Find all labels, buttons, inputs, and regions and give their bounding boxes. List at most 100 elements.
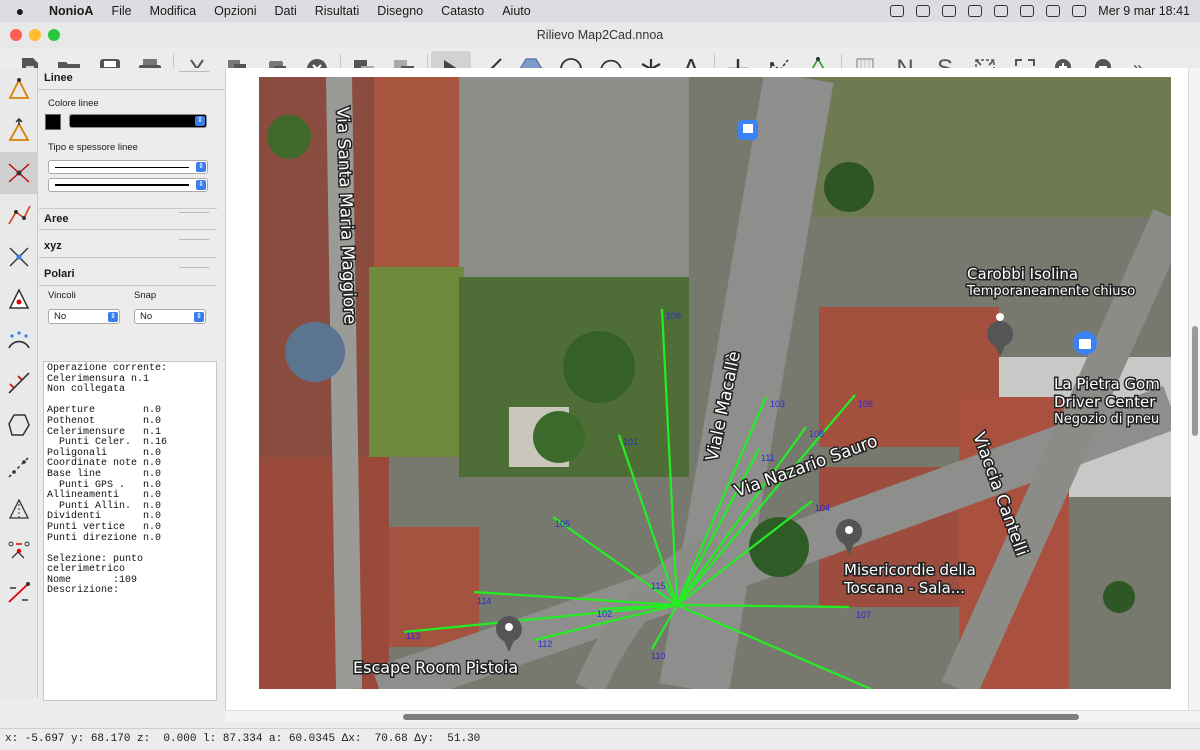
point-label-108[interactable]: 108: [809, 429, 824, 439]
line-color-row: ⇕: [39, 112, 217, 134]
tool-divide-triangle[interactable]: [0, 488, 38, 530]
tool-radial-survey[interactable]: [0, 152, 38, 194]
apple-menu-icon[interactable]: ●: [0, 3, 40, 19]
menu-opzioni[interactable]: Opzioni: [205, 4, 265, 18]
point-label-113[interactable]: 113: [406, 631, 420, 641]
line-color-select[interactable]: ⇕: [69, 114, 207, 128]
constraints-label: Vincoli: [48, 290, 76, 301]
wifi-icon[interactable]: [1020, 5, 1035, 17]
chevron-updown-icon: ⇕: [196, 162, 206, 172]
tool-arrow-triangle[interactable]: [0, 110, 38, 152]
shopping-bag-icon[interactable]: [1073, 331, 1097, 355]
line-color-label: Colore linee: [48, 98, 99, 109]
volume-icon[interactable]: [968, 5, 983, 17]
constraints-value: No: [54, 311, 67, 322]
point-label-115[interactable]: 115: [651, 581, 665, 591]
menu-catasto[interactable]: Catasto: [432, 4, 493, 18]
search-icon[interactable]: [1046, 5, 1061, 17]
tool-triangle-points[interactable]: [0, 68, 38, 110]
tool-offset-line[interactable]: [0, 572, 38, 614]
point-label-111[interactable]: 111: [761, 453, 775, 463]
point-label-101[interactable]: 101: [623, 437, 638, 447]
radial-survey-icon: [8, 163, 30, 183]
point-label-110[interactable]: 110: [651, 651, 665, 661]
point-label-114[interactable]: 114: [477, 596, 491, 606]
cross-points-icon: [9, 247, 29, 267]
window-title: Rilievo Map2Cad.nnoa: [536, 28, 664, 42]
menu-risultati[interactable]: Risultati: [306, 4, 368, 18]
vertical-scroll-thumb[interactable]: [1192, 326, 1198, 436]
control-center-icon[interactable]: [1072, 5, 1087, 17]
horizontal-scrollbar[interactable]: [225, 710, 1200, 722]
menu-dati[interactable]: Dati: [266, 4, 306, 18]
properties-panel: Linee Colore linee ⇕ Tipo e spessore lin…: [39, 68, 217, 702]
point-label-105[interactable]: 105: [555, 519, 570, 529]
line-color-swatch[interactable]: [45, 114, 61, 130]
tool-triangle-mark[interactable]: [0, 278, 38, 320]
place-escape-room-name[interactable]: Escape Room Pistoia: [352, 657, 520, 679]
section-header-areas[interactable]: Aree: [39, 208, 217, 230]
place-carobbi-name[interactable]: Carobbi Isolina: [966, 264, 1080, 285]
point-label-107[interactable]: 107: [856, 610, 871, 620]
line-thickness-select[interactable]: ⇕: [48, 178, 208, 192]
operation-info-box: Operazione corrente: Celerimensura n.1 N…: [43, 361, 217, 701]
section-header-lines[interactable]: Linee: [39, 68, 217, 90]
tool-arc-points[interactable]: [0, 320, 38, 362]
chevron-updown-icon: ⇕: [196, 180, 206, 190]
menu-clock[interactable]: Mer 9 mar 18:41: [1098, 4, 1190, 18]
battery-icon[interactable]: [994, 5, 1009, 17]
creative-cloud-icon[interactable]: [916, 5, 931, 17]
triangle-mark-icon: [8, 288, 30, 309]
rotate-points-icon: [8, 541, 30, 559]
point-label-104[interactable]: 104: [815, 503, 830, 513]
polygon-area-icon: [8, 414, 30, 436]
place-pietra-name[interactable]: La Pietra Gom: [1053, 374, 1162, 395]
snap-select[interactable]: No ⇕: [134, 309, 206, 324]
section-header-xyz[interactable]: xyz: [39, 236, 217, 258]
arrow-triangle-icon: [8, 118, 30, 141]
tool-polygon-area[interactable]: [0, 404, 38, 446]
dashed-line-icon: [8, 456, 30, 478]
menu-bar: ● NonioA File Modifica Opzioni Dati Risu…: [0, 0, 1200, 22]
chevron-updown-icon: ⇕: [108, 312, 118, 322]
map-drawing: 109 101 103 106 108 111 104 105 115 102 …: [259, 77, 1171, 689]
arc-points-icon: [8, 331, 30, 349]
tool-alignment[interactable]: [0, 362, 38, 404]
point-label-106[interactable]: 106: [858, 399, 873, 409]
chevron-updown-icon: ⇕: [195, 116, 205, 126]
bluetooth-icon[interactable]: [942, 5, 957, 17]
tool-cross-points[interactable]: [0, 236, 38, 278]
alignment-icon: [8, 372, 30, 394]
polar-dropdowns-row: No ⇕ No ⇕: [39, 303, 217, 326]
point-label-102[interactable]: 102: [597, 609, 612, 619]
place-misericordie-name[interactable]: Misericordie della: [843, 560, 978, 581]
chevron-updown-icon: ⇕: [194, 312, 204, 322]
line-type-select[interactable]: ⇕: [48, 160, 208, 174]
point-label-109[interactable]: 109: [666, 311, 681, 321]
point-label-112[interactable]: 112: [538, 639, 552, 649]
satellite-map[interactable]: 109 101 103 106 108 111 104 105 115 102 …: [259, 77, 1171, 689]
status-bar: x: -5.697 y: 68.170 z: 0.000 l: 87.334 a…: [0, 728, 1200, 750]
minimize-window-button[interactable]: [29, 29, 41, 41]
tool-dashed-line[interactable]: [0, 446, 38, 488]
tool-polyline-points[interactable]: [0, 194, 38, 236]
menu-modifica[interactable]: Modifica: [141, 4, 206, 18]
horizontal-scroll-thumb[interactable]: [403, 714, 1079, 720]
menu-app-name[interactable]: NonioA: [40, 4, 102, 18]
menu-disegno[interactable]: Disegno: [368, 4, 432, 18]
drawing-canvas[interactable]: 109 101 103 106 108 111 104 105 115 102 …: [225, 68, 1188, 710]
bus-stop-icon[interactable]: [738, 120, 758, 140]
menu-aiuto[interactable]: Aiuto: [493, 4, 540, 18]
point-label-103[interactable]: 103: [770, 399, 785, 409]
menu-file[interactable]: File: [102, 4, 140, 18]
title-bar: Rilievo Map2Cad.nnoa: [0, 22, 1200, 48]
zoom-window-button[interactable]: [48, 29, 60, 41]
constraints-select[interactable]: No ⇕: [48, 309, 120, 324]
tool-rotate-points[interactable]: [0, 530, 38, 572]
close-window-button[interactable]: [10, 29, 22, 41]
dropbox-icon[interactable]: [890, 5, 905, 17]
offset-line-icon: [8, 582, 30, 603]
section-header-polar[interactable]: Polari: [39, 264, 217, 286]
place-pietra-sub2: Negozio di pneu: [1054, 412, 1159, 427]
vertical-scrollbar[interactable]: [1188, 68, 1200, 710]
